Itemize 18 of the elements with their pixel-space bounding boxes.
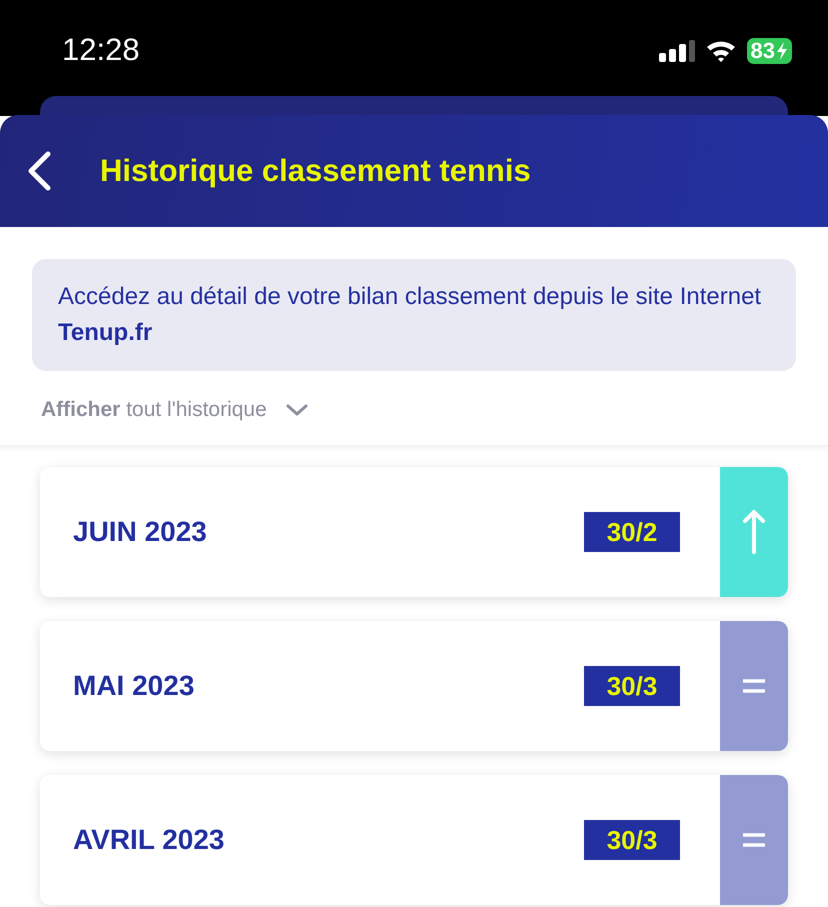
ranking-badge: 30/2 bbox=[584, 512, 680, 552]
equals-icon bbox=[743, 832, 765, 848]
chevron-icon[interactable] bbox=[284, 402, 309, 418]
equals-icon bbox=[743, 678, 765, 694]
ranking-badge: 30/3 bbox=[584, 820, 680, 860]
show-history-link[interactable]: Afficher tout l'historique bbox=[41, 398, 267, 422]
battery-icon: 83 bbox=[746, 38, 792, 64]
info-text: Accédez au détail de votre bilan classement depuis le site Internet Tenup.fr bbox=[58, 282, 762, 348]
wifi-icon bbox=[704, 39, 737, 63]
page-title: Historique classement tennis bbox=[100, 153, 531, 189]
signal-icon bbox=[658, 40, 695, 62]
status-time: 12:28 bbox=[62, 32, 140, 68]
ranking-badge: 30/3 bbox=[584, 666, 680, 706]
back-icon[interactable] bbox=[26, 151, 52, 191]
month-label: JUIN 2023 bbox=[73, 516, 208, 548]
month-label: MAI 2023 bbox=[73, 670, 196, 702]
month-label: AVRIL 2023 bbox=[73, 824, 226, 856]
up-arrow-icon bbox=[742, 509, 766, 555]
